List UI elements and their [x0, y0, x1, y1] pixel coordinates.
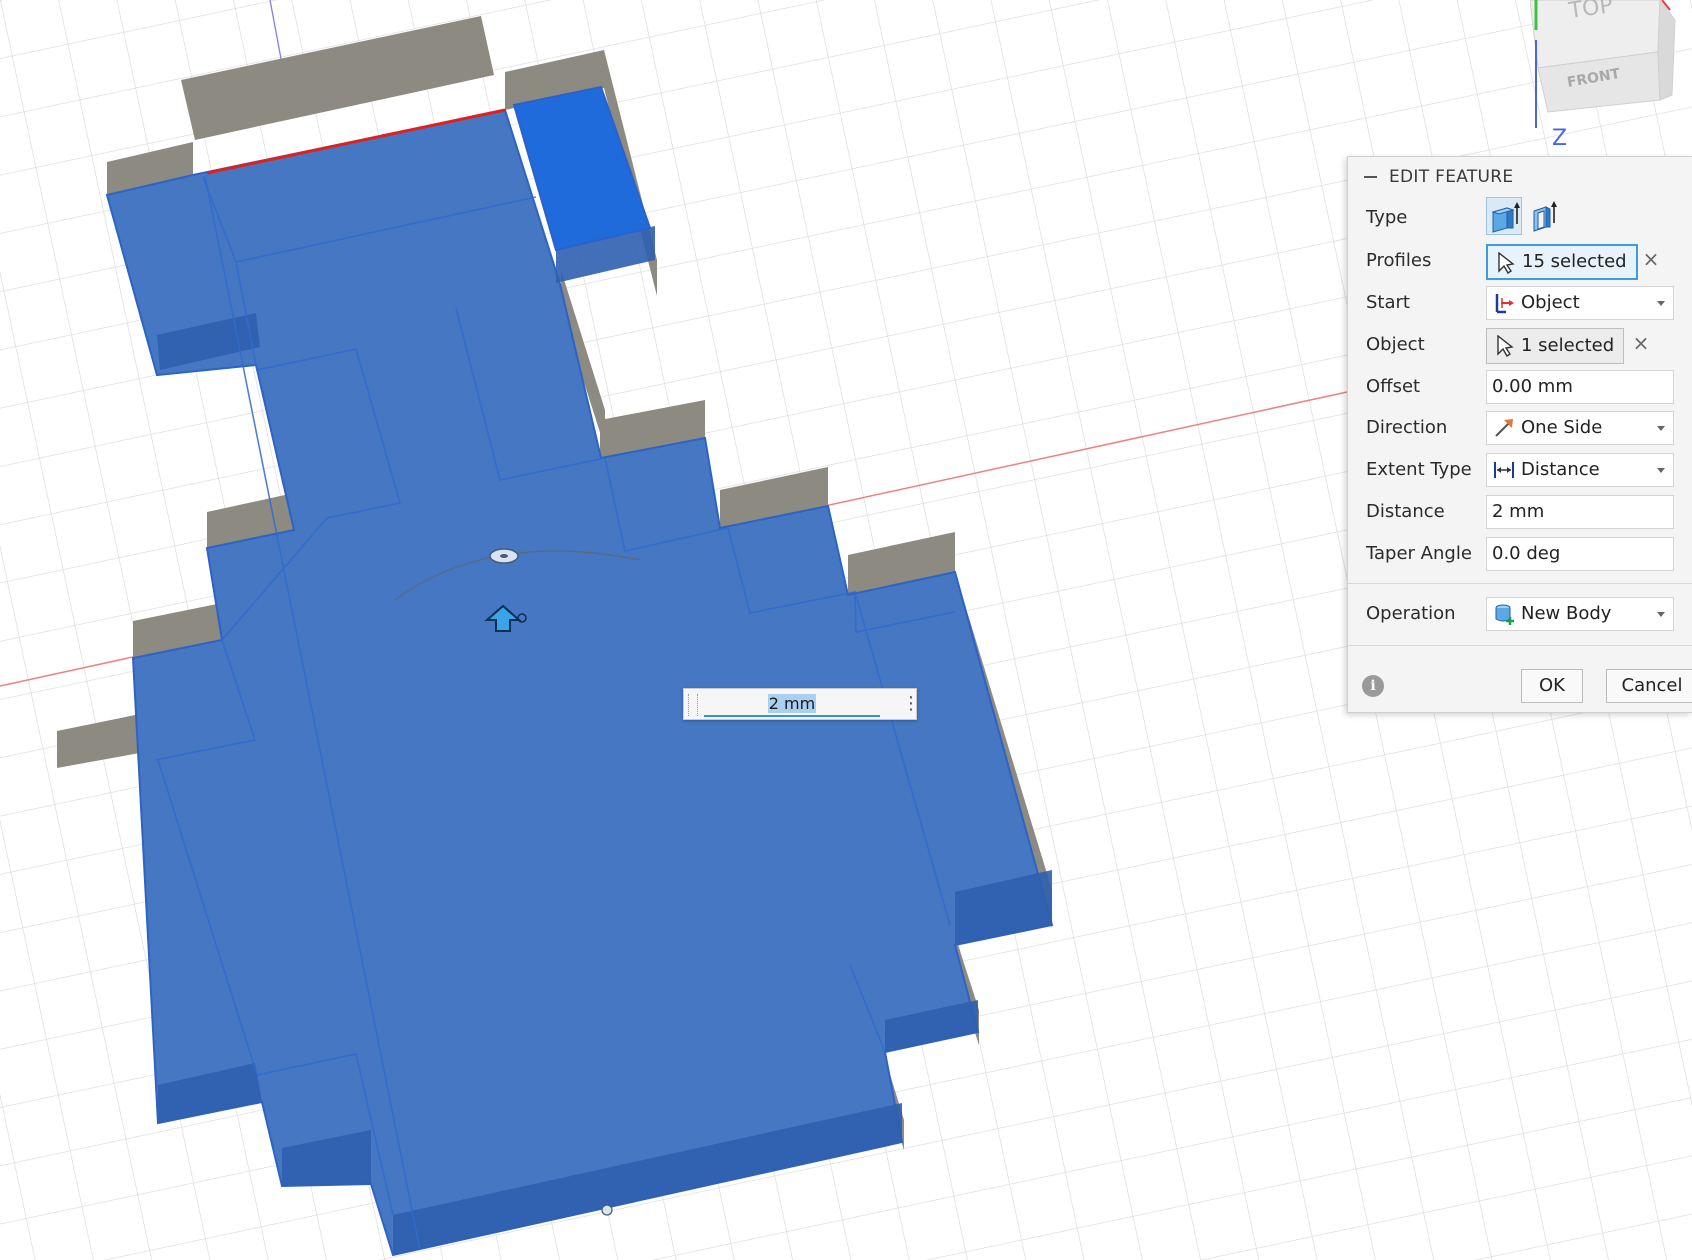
- offset-label: Offset: [1366, 376, 1421, 397]
- start-value: Object: [1521, 292, 1580, 313]
- row-offset: Offset 0.00 mm: [1348, 366, 1692, 408]
- canvas-distance-input[interactable]: 2 mm ⋮: [683, 688, 920, 720]
- z-axis-label: Z: [1552, 126, 1567, 150]
- divider: [1348, 583, 1692, 584]
- drag-grip[interactable]: [688, 694, 698, 716]
- row-extent-type: Extent Type Distance: [1348, 449, 1692, 491]
- extent-type-label: Extent Type: [1366, 459, 1472, 480]
- distance-input-value[interactable]: 2 mm: [767, 694, 817, 713]
- operation-label: Operation: [1366, 603, 1456, 624]
- collapse-icon[interactable]: [1364, 176, 1377, 178]
- offset-input[interactable]: 0.00 mm: [1486, 370, 1674, 404]
- row-operation: Operation New Body: [1348, 593, 1692, 635]
- edit-feature-panel: EDIT FEATURE Type Profiles 15 selected ×…: [1347, 156, 1692, 713]
- chevron-down-icon: [1657, 612, 1665, 617]
- profiles-clear-icon[interactable]: ×: [1642, 249, 1660, 269]
- distance-label: Distance: [1366, 501, 1445, 522]
- taper-angle-label: Taper Angle: [1366, 543, 1472, 564]
- row-start: Start Object: [1348, 282, 1692, 324]
- view-cube[interactable]: TOP FRONT Z: [1529, 0, 1692, 151]
- type-extrude-button[interactable]: [1486, 197, 1522, 235]
- more-options-icon[interactable]: ⋮: [902, 693, 920, 717]
- chevron-down-icon: [1657, 301, 1665, 306]
- start-label: Start: [1366, 292, 1410, 313]
- chevron-down-icon: [1657, 468, 1665, 473]
- direction-value: One Side: [1521, 417, 1603, 438]
- cancel-button[interactable]: Cancel: [1606, 669, 1692, 703]
- profiles-value: 15 selected: [1522, 251, 1627, 272]
- operation-value: New Body: [1521, 603, 1612, 624]
- row-profiles: Profiles 15 selected ×: [1348, 240, 1692, 282]
- distance-input[interactable]: 2 mm: [1486, 495, 1674, 529]
- operation-dropdown[interactable]: New Body: [1486, 597, 1674, 631]
- divider: [1348, 645, 1692, 646]
- extent-type-dropdown[interactable]: Distance: [1486, 453, 1674, 487]
- direction-label: Direction: [1366, 417, 1448, 438]
- object-clear-icon[interactable]: ×: [1632, 333, 1650, 353]
- row-distance: Distance 2 mm: [1348, 491, 1692, 533]
- row-type: Type: [1348, 197, 1692, 239]
- row-taper-angle: Taper Angle 0.0 deg: [1348, 533, 1692, 575]
- cursor-arrow-icon: [1497, 335, 1514, 357]
- row-direction: Direction One Side: [1348, 407, 1692, 449]
- new-body-icon: [1495, 604, 1514, 625]
- cursor-arrow-icon: [1498, 252, 1515, 274]
- start-object-icon: [1495, 294, 1514, 314]
- info-icon[interactable]: i: [1362, 675, 1384, 697]
- profiles-label: Profiles: [1366, 250, 1432, 271]
- type-thin-extrude-button[interactable]: [1526, 197, 1562, 235]
- object-label: Object: [1366, 334, 1425, 355]
- distance-icon: [1494, 462, 1514, 478]
- panel-title: EDIT FEATURE: [1389, 167, 1514, 187]
- one-side-icon: [1495, 419, 1513, 437]
- start-dropdown[interactable]: Object: [1486, 286, 1674, 320]
- profiles-selection-button[interactable]: 15 selected: [1486, 244, 1638, 280]
- direction-dropdown[interactable]: One Side: [1486, 411, 1674, 445]
- ok-button[interactable]: OK: [1521, 669, 1583, 703]
- chevron-down-icon: [1657, 426, 1665, 431]
- panel-header[interactable]: EDIT FEATURE: [1348, 157, 1692, 197]
- distance-input-field[interactable]: 2 mm: [704, 693, 880, 717]
- extent-type-value: Distance: [1521, 459, 1600, 480]
- taper-angle-input[interactable]: 0.0 deg: [1486, 537, 1674, 571]
- object-value: 1 selected: [1521, 335, 1615, 356]
- row-object: Object 1 selected ×: [1348, 324, 1692, 366]
- type-label: Type: [1366, 207, 1408, 228]
- object-selection-button[interactable]: 1 selected: [1486, 328, 1625, 364]
- panel-footer: i OK Cancel: [1348, 669, 1692, 711]
